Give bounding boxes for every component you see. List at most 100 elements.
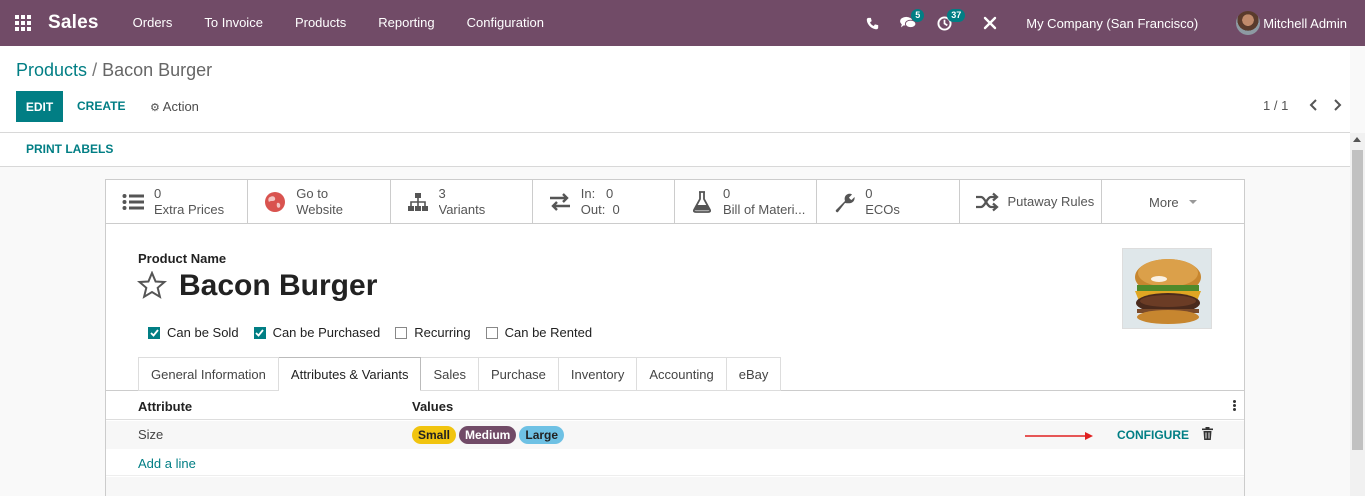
out-count: Out: 0 xyxy=(580,202,620,217)
favorite-star-icon[interactable] xyxy=(136,270,168,302)
checkbox-unchecked-icon[interactable] xyxy=(485,326,498,339)
exchange-icon xyxy=(547,189,573,215)
user-name: Mitchell Admin xyxy=(1263,15,1347,31)
values-cell[interactable]: Small Medium Large xyxy=(412,426,567,444)
notebook-tabs: General Information Attributes & Variant… xyxy=(138,357,782,391)
pager-value[interactable]: 1 / 1 xyxy=(1263,98,1288,113)
breadcrumb-products-link[interactable]: Products xyxy=(16,60,87,80)
tab-purchase[interactable]: Purchase xyxy=(478,357,559,391)
can-be-rented-checkbox[interactable]: Can be Rented xyxy=(485,325,593,340)
variants-count: 3 xyxy=(438,186,446,201)
column-values[interactable]: Values xyxy=(412,399,453,414)
sitemap-icon xyxy=(405,189,431,215)
column-attribute[interactable]: Attribute xyxy=(138,399,192,414)
apps-menu-icon[interactable] xyxy=(0,0,46,46)
more-dropdown[interactable]: More xyxy=(1102,180,1244,224)
menu-to-invoice[interactable]: To Invoice xyxy=(188,0,279,46)
menu-orders[interactable]: Orders xyxy=(117,0,189,46)
app-brand[interactable]: Sales xyxy=(48,12,99,34)
recurring-label: Recurring xyxy=(414,325,471,340)
go-to-label: Go to xyxy=(296,186,329,201)
ecos-label: ECOs xyxy=(865,202,900,217)
product-options: Can be Sold Can be Purchased Recurring C… xyxy=(148,325,607,340)
attribute-cell[interactable]: Size xyxy=(138,427,163,442)
debug-tools-icon[interactable] xyxy=(976,0,1004,46)
can-be-sold-checkbox[interactable]: Can be Sold xyxy=(148,325,239,340)
ecos-count: 0 xyxy=(865,186,873,201)
tab-general-information[interactable]: General Information xyxy=(138,357,279,391)
can-be-rented-label: Can be Rented xyxy=(504,325,593,340)
checkbox-unchecked-icon[interactable] xyxy=(395,326,408,339)
variants-button[interactable]: 3 Variants xyxy=(391,180,533,224)
menu-reporting[interactable]: Reporting xyxy=(362,0,450,46)
pager-next-button[interactable] xyxy=(1332,98,1342,114)
activities-icon[interactable]: 37 xyxy=(930,0,966,46)
messages-icon[interactable]: 5 xyxy=(894,0,925,46)
scroll-thumb[interactable] xyxy=(1352,150,1363,450)
checkbox-checked-icon[interactable] xyxy=(148,326,160,339)
in-count: In: 0 xyxy=(580,186,614,201)
add-a-line-link[interactable]: Add a line xyxy=(138,456,196,471)
smart-buttons: 0 Extra Prices Go to Website 3 Variants In:… xyxy=(106,180,1244,224)
breadcrumb-current: Bacon Burger xyxy=(102,60,213,80)
menu-products[interactable]: Products xyxy=(279,0,362,46)
tab-accounting[interactable]: Accounting xyxy=(637,357,727,391)
checkbox-checked-icon[interactable] xyxy=(253,326,266,339)
variants-label: Variants xyxy=(438,202,486,217)
can-be-purchased-checkbox[interactable]: Can be Purchased xyxy=(253,325,380,340)
ecos-button[interactable]: 0 ECOs xyxy=(817,180,960,224)
table-row-empty xyxy=(106,449,1244,476)
scrollbar[interactable] xyxy=(1350,133,1365,496)
value-tag-medium[interactable]: Medium xyxy=(459,426,517,444)
phone-icon[interactable] xyxy=(858,0,886,46)
optional-columns-icon[interactable] xyxy=(1233,400,1236,412)
gear-icon: ⚙ xyxy=(150,102,160,114)
tab-inventory[interactable]: Inventory xyxy=(558,357,638,391)
putaway-rules-label: Putaway Rules xyxy=(1007,194,1095,209)
caret-down-icon xyxy=(1188,200,1197,204)
attributes-table-header: Attribute Values xyxy=(106,395,1244,420)
create-button[interactable]: CREATE xyxy=(77,91,125,122)
edit-button[interactable]: EDIT xyxy=(16,91,63,122)
chevron-right-icon xyxy=(1334,99,1342,111)
control-panel: Products / Bacon Burger EDIT CREATE ⚙ Ac… xyxy=(0,46,1350,133)
configure-button[interactable]: CONFIGURE xyxy=(1117,428,1189,442)
bill-of-materials-button[interactable]: 0 Bill of Materi... xyxy=(675,180,818,224)
tab-sales[interactable]: Sales xyxy=(421,357,479,391)
form-sheet: 0 Extra Prices Go to Website 3 Variants In:… xyxy=(105,179,1245,496)
extra-prices-count: 0 xyxy=(154,186,162,201)
product-name-field[interactable]: Bacon Burger xyxy=(179,269,377,303)
tab-attributes-variants[interactable]: Attributes & Variants xyxy=(278,357,422,391)
website-label: Website xyxy=(296,202,343,217)
in-out-button[interactable]: In: 0 Out: 0 xyxy=(533,180,675,224)
scroll-up-arrow-icon[interactable] xyxy=(1353,137,1361,142)
recurring-checkbox[interactable]: Recurring xyxy=(395,325,471,340)
wrench-icon xyxy=(831,189,857,215)
menu-configuration[interactable]: Configuration xyxy=(451,0,560,46)
tab-ebay[interactable]: eBay xyxy=(726,357,782,391)
extra-prices-label: Extra Prices xyxy=(154,202,225,217)
table-row[interactable]: Size Small Medium Large CONFIGURE xyxy=(106,421,1244,449)
extra-prices-button[interactable]: 0 Extra Prices xyxy=(106,180,249,224)
product-image[interactable] xyxy=(1122,248,1212,329)
globe-icon xyxy=(262,189,288,215)
putaway-rules-button[interactable]: Putaway Rules xyxy=(960,180,1102,224)
trash-icon[interactable] xyxy=(1202,427,1213,443)
action-dropdown[interactable]: ⚙ Action xyxy=(150,91,199,122)
print-labels-button[interactable]: PRINT LABELS xyxy=(26,142,113,156)
value-tag-small[interactable]: Small xyxy=(412,426,457,444)
user-menu[interactable]: Mitchell Admin xyxy=(1236,11,1347,35)
annotation-arrow-icon xyxy=(1025,429,1095,444)
messages-badge: 5 xyxy=(911,9,925,22)
value-tag-large[interactable]: Large xyxy=(519,426,565,444)
bom-count: 0 xyxy=(723,186,731,201)
bom-label: Bill of Materi... xyxy=(723,202,806,217)
form-statusbar: PRINT LABELS xyxy=(0,133,1350,167)
avatar xyxy=(1236,11,1261,35)
go-to-website-button[interactable]: Go to Website xyxy=(248,180,391,224)
random-icon xyxy=(974,189,1000,215)
top-navbar: Sales Orders To Invoice Products Reporti… xyxy=(0,0,1365,46)
chevron-left-icon xyxy=(1309,99,1317,111)
pager-previous-button[interactable] xyxy=(1309,98,1319,114)
company-switcher[interactable]: My Company (San Francisco) xyxy=(1026,16,1198,31)
